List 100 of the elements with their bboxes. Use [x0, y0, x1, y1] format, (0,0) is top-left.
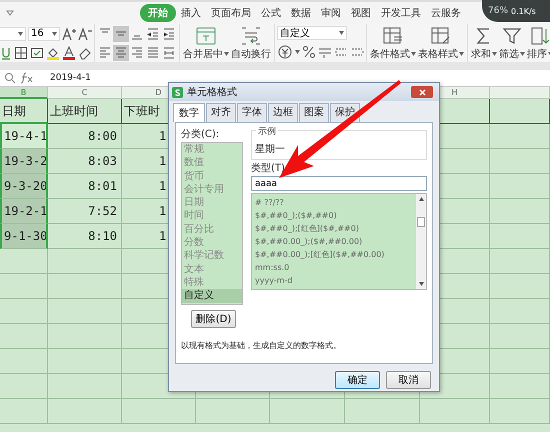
justify-icon[interactable]	[145, 44, 161, 60]
ribbon-tab[interactable]: 审阅	[316, 4, 346, 22]
sample-label: 示例	[256, 125, 278, 138]
ribbon-tab[interactable]: 页面布局	[206, 4, 256, 22]
caret-icon[interactable]	[492, 52, 497, 56]
table-cell: 19-3-2	[0, 149, 48, 174]
type-field[interactable]: aaaa	[251, 176, 427, 191]
format-item[interactable]: $#,##0_);[红色]($#,##0)	[252, 222, 416, 235]
table-cell	[490, 324, 550, 349]
format-item[interactable]: $#,##0.00_);[红色]($#,##0.00)	[252, 248, 416, 261]
ribbon-button[interactable]: 求和	[470, 24, 498, 62]
table-cell: 8:01	[48, 174, 122, 199]
ribbon-tab[interactable]: 数据	[286, 4, 316, 22]
formula-field[interactable]: 2019-4-1	[38, 73, 91, 83]
merge-cells-icon[interactable]	[195, 26, 217, 46]
button-label: 自动换行	[231, 48, 271, 60]
scrollbar[interactable]	[416, 194, 426, 289]
table-cell: 8:10	[48, 224, 122, 249]
eraser-icon[interactable]	[78, 46, 92, 60]
font-color-icon[interactable]	[62, 46, 76, 60]
percent-icon[interactable]	[302, 45, 316, 59]
caret-icon[interactable]	[339, 31, 344, 35]
caret-icon[interactable]	[52, 32, 57, 36]
dialog-tab[interactable]: 数字	[173, 103, 205, 122]
ribbon-button[interactable]: 筛选	[498, 24, 526, 62]
caret-icon[interactable]	[18, 32, 23, 36]
caret-icon[interactable]	[295, 50, 300, 54]
dialog-tab[interactable]: 边框	[268, 103, 298, 122]
button-label: 合并居中	[183, 48, 223, 60]
format-item[interactable]: yyyy-m-d	[252, 274, 416, 287]
sort-icon[interactable]	[530, 26, 550, 46]
caret-icon[interactable]	[411, 52, 416, 56]
dialog-tab[interactable]: 对齐	[206, 103, 236, 122]
scroll-down-icon[interactable]	[418, 282, 424, 286]
table-cell	[490, 299, 550, 324]
category-list[interactable]: 常规 数值 货币 会计专用 日期 时间 百分比 分数 科学记数 文本 特殊 自定义	[181, 142, 243, 305]
underline-icon[interactable]	[0, 46, 12, 60]
dialog-tab[interactable]: 图案	[299, 103, 329, 122]
format-list[interactable]: # ??/?? $#,##0_);($#,##0) $#,##0_);[红色]($#,##0) $#,##0.00_);($#,##0.00) $#,##0.00_);[红色]($#,##0.00) mm:ss.0 yyyy-m-d	[251, 193, 427, 290]
table-cell	[490, 274, 550, 299]
conditional-format-icon[interactable]	[382, 26, 404, 46]
ribbon-tab[interactable]: 云服务	[426, 4, 466, 22]
network-speed: 0.1K/s	[511, 6, 536, 16]
caret-icon[interactable]	[224, 52, 229, 56]
scroll-thumb[interactable]	[417, 216, 425, 226]
table-cell	[0, 349, 48, 374]
table-cell	[0, 299, 48, 324]
font-name-field[interactable]	[0, 26, 26, 40]
ribbon-button[interactable]: 合并居中	[182, 24, 230, 62]
caret-icon[interactable]	[459, 52, 464, 56]
format-item[interactable]: $#,##0_);($#,##0)	[252, 209, 416, 222]
format-item[interactable]: # ??/??	[252, 196, 416, 209]
align-center-icon[interactable]	[113, 44, 129, 60]
category-item[interactable]: 自定义	[182, 289, 242, 303]
ribbon-tab[interactable]: 插入	[176, 4, 206, 22]
align-left-icon[interactable]	[97, 44, 113, 60]
shrink-font-icon[interactable]	[78, 26, 92, 40]
format-item[interactable]: mm:ss.0	[252, 261, 416, 274]
scroll-up-icon[interactable]	[418, 197, 424, 201]
cell-style-icon[interactable]	[30, 46, 44, 60]
quick-access-caret-icon[interactable]	[6, 10, 14, 16]
ribbon-tab[interactable]: 开发工具	[376, 4, 426, 22]
increase-indent-icon[interactable]	[161, 26, 177, 42]
font-size-field[interactable]: 16	[28, 26, 60, 40]
filter-icon[interactable]	[502, 26, 522, 46]
table-cell	[0, 374, 48, 399]
delete-button[interactable]: 删除(D)	[191, 310, 236, 328]
cancel-button[interactable]: 取消	[386, 371, 431, 389]
table-cell	[490, 349, 550, 374]
table-cell	[490, 99, 550, 124]
borders-icon[interactable]	[14, 46, 28, 60]
function-icon[interactable]	[20, 72, 34, 84]
grow-font-icon[interactable]	[62, 26, 76, 40]
table-cell	[490, 199, 550, 224]
ribbon-button[interactable]: 条件格式	[369, 24, 417, 62]
number-format-field[interactable]: 自定义	[277, 26, 347, 40]
fill-color-icon[interactable]	[46, 46, 60, 60]
ribbon-button[interactable]: 自动换行	[230, 24, 272, 62]
currency-icon[interactable]	[277, 44, 293, 60]
close-button[interactable]	[411, 86, 433, 98]
align-middle-icon[interactable]	[113, 26, 129, 42]
decrease-indent-icon[interactable]	[145, 26, 161, 42]
column-header[interactable]: C	[48, 87, 122, 99]
ribbon-button[interactable]: 排序	[526, 24, 550, 62]
zoom-icon[interactable]	[4, 72, 16, 84]
table-cell	[0, 249, 48, 274]
table-cell	[490, 174, 550, 199]
ribbon-button[interactable]: 表格样式	[417, 24, 465, 62]
distributed-icon[interactable]	[161, 44, 177, 60]
ribbon-tab[interactable]: 公式	[256, 4, 286, 22]
table-cell: 8:00	[48, 124, 122, 149]
format-item[interactable]: $#,##0.00_);($#,##0.00)	[252, 235, 416, 248]
wrap-text-icon[interactable]	[240, 26, 262, 46]
ribbon-tab[interactable]: 视图	[346, 4, 376, 22]
button-label: 筛选	[499, 48, 519, 60]
dialog-tab[interactable]: 字体	[237, 103, 267, 122]
caret-icon[interactable]	[520, 52, 525, 56]
table-style-icon[interactable]	[430, 26, 452, 46]
align-right-icon[interactable]	[129, 44, 145, 60]
ok-button[interactable]: 确定	[335, 371, 380, 389]
